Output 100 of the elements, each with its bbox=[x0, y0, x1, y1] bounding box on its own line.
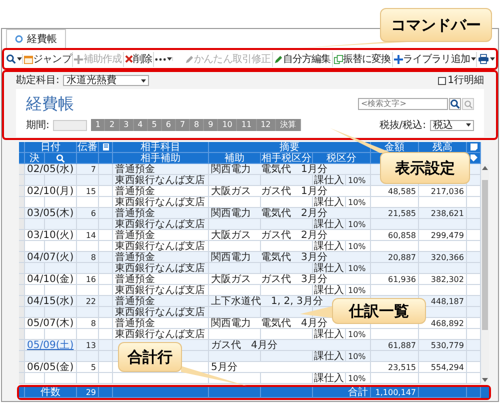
empty-cell bbox=[45, 373, 77, 384]
empty-cell bbox=[99, 340, 113, 351]
row-header[interactable] bbox=[19, 263, 25, 274]
row-header[interactable] bbox=[19, 340, 25, 351]
row-header[interactable] bbox=[19, 252, 25, 263]
empty-cell bbox=[419, 373, 467, 384]
table-cell: 大阪ガス ガス代 3月分 bbox=[209, 274, 371, 285]
row-header[interactable] bbox=[19, 351, 25, 362]
period-button[interactable]: 2 bbox=[105, 119, 120, 131]
row-header[interactable] bbox=[19, 241, 25, 252]
table-cell: 課仕入 bbox=[313, 263, 346, 273]
period-button[interactable]: 5 bbox=[148, 119, 162, 131]
table-cell: 課仕入 bbox=[313, 197, 346, 207]
period-button[interactable]: 6 bbox=[162, 119, 176, 131]
row-header[interactable] bbox=[19, 318, 25, 329]
row-header[interactable] bbox=[19, 208, 25, 219]
empty-cell bbox=[77, 373, 99, 384]
period-button[interactable]: 8 bbox=[190, 119, 204, 131]
print-button[interactable] bbox=[477, 54, 490, 64]
row-header[interactable] bbox=[19, 329, 25, 340]
scroll-thumb[interactable] bbox=[482, 180, 488, 330]
note-icon bbox=[470, 143, 478, 151]
caret-icon bbox=[141, 78, 146, 82]
search-field[interactable]: <検索文字> bbox=[358, 98, 448, 110]
tax-mode-select[interactable]: 税込 bbox=[430, 120, 474, 130]
search-icon bbox=[464, 100, 472, 108]
table-cell: 238,621 bbox=[419, 208, 467, 219]
empty-cell bbox=[99, 186, 113, 197]
table-cell-text: 10% bbox=[347, 285, 366, 295]
callout: 合計行 bbox=[118, 342, 182, 372]
checkbox[interactable] bbox=[438, 76, 446, 84]
table-cell: 5 bbox=[77, 362, 99, 373]
row-header[interactable] bbox=[19, 373, 25, 384]
year-field[interactable] bbox=[53, 120, 88, 130]
date-cell: 04/10(金) bbox=[25, 274, 77, 285]
row-header[interactable] bbox=[19, 186, 25, 197]
toolbar-button[interactable]: 自分方編集 bbox=[272, 52, 332, 66]
table-cell: 大阪ガス ガス代 2月分 bbox=[209, 230, 371, 241]
row-header[interactable] bbox=[19, 175, 25, 186]
toolbar-button[interactable]: ジャンプ bbox=[23, 52, 72, 66]
period-button[interactable]: 4 bbox=[134, 119, 148, 131]
period-button[interactable]: 10 bbox=[218, 119, 238, 131]
pencil-icon bbox=[274, 54, 283, 64]
callout-tail bbox=[300, 306, 333, 318]
toolbar-button[interactable]: ライブラリ追加 bbox=[392, 52, 471, 66]
account-label: 勘定科目: bbox=[16, 74, 60, 88]
toolbar-button[interactable]: 振替に変換 bbox=[332, 52, 392, 66]
search-button[interactable] bbox=[5, 54, 17, 64]
table-cell: 課仕入 bbox=[313, 285, 346, 295]
period-button[interactable]: 12 bbox=[256, 119, 276, 131]
table-cell: 22 bbox=[77, 296, 99, 307]
callout: 表示設定 bbox=[380, 152, 470, 184]
table-cell: 8 bbox=[77, 252, 99, 263]
window-tab[interactable]: 経費帳 bbox=[6, 29, 66, 48]
table-cell: 関西電力 電気代 2月分 bbox=[209, 208, 371, 219]
table-cell-text: 10% bbox=[347, 241, 366, 251]
table-cell: 課仕入 bbox=[313, 351, 346, 361]
search-icon bbox=[6, 54, 16, 64]
row-header[interactable] bbox=[19, 274, 25, 285]
count-label: 件数 bbox=[25, 387, 77, 398]
row-header[interactable] bbox=[19, 164, 25, 175]
table-cell: 16 bbox=[77, 274, 99, 285]
period-button[interactable]: 7 bbox=[176, 119, 190, 131]
printer-icon bbox=[478, 54, 489, 64]
date-cell: 04/15(水) bbox=[25, 296, 77, 307]
table-cell: 217,036 bbox=[419, 186, 467, 197]
row-header[interactable] bbox=[19, 285, 25, 296]
scroll-down-icon bbox=[482, 378, 488, 382]
table-cell: 課仕入 bbox=[313, 241, 346, 251]
row-header[interactable] bbox=[19, 197, 25, 208]
period-button[interactable]: 3 bbox=[120, 119, 134, 131]
table-cell-text: 10% bbox=[347, 219, 366, 229]
row-header[interactable] bbox=[19, 362, 25, 373]
row-header[interactable] bbox=[19, 296, 25, 307]
tax-mode-label: 税抜/税込: bbox=[379, 118, 426, 132]
table-cell: 21,585 bbox=[371, 208, 419, 219]
table-cell: 課仕入 bbox=[313, 373, 346, 383]
table-cell: 7 bbox=[77, 164, 99, 175]
period-button[interactable]: 11 bbox=[237, 119, 257, 131]
period-button[interactable]: 1 bbox=[91, 119, 106, 131]
account-select[interactable]: 水道光熱費 bbox=[63, 75, 150, 86]
checkbox-label: 1行明細 bbox=[448, 74, 484, 88]
period-button[interactable]: 9 bbox=[204, 119, 218, 131]
scrollbar[interactable] bbox=[481, 164, 489, 384]
row-header[interactable] bbox=[19, 307, 25, 318]
caret-icon bbox=[466, 123, 471, 127]
period-button[interactable]: 決算 bbox=[276, 119, 301, 131]
more-button[interactable] bbox=[154, 58, 168, 60]
empty-cell bbox=[99, 208, 113, 219]
table-cell-text: 10% bbox=[347, 263, 366, 273]
toolbar-button[interactable]: 削除 bbox=[124, 52, 154, 66]
row-header[interactable] bbox=[19, 230, 25, 241]
date-cell: 04/07(火) bbox=[25, 252, 77, 263]
table-cell: 61,887 bbox=[371, 340, 419, 351]
table-cell: ガス代 4月分 bbox=[209, 340, 371, 351]
document-icon bbox=[15, 35, 23, 43]
date-cell: 03/05(木) bbox=[25, 208, 77, 219]
row-header[interactable] bbox=[19, 219, 25, 230]
search-button[interactable] bbox=[449, 98, 461, 110]
empty-cell bbox=[99, 373, 113, 384]
